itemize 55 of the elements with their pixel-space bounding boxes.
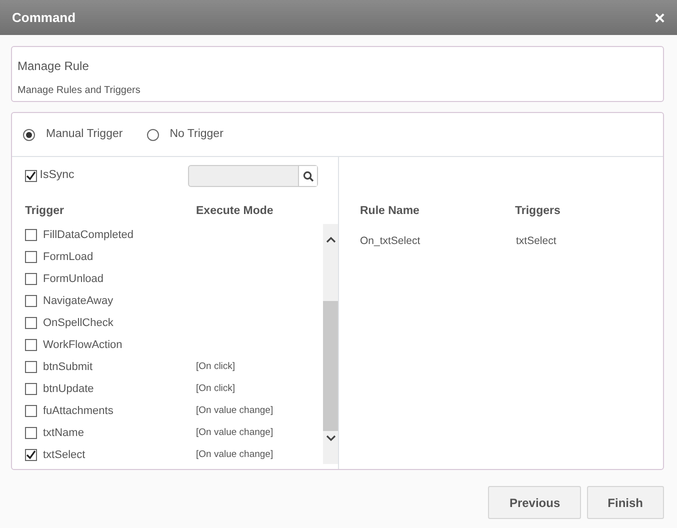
radio-option[interactable]: No Trigger <box>146 126 224 144</box>
checkbox[interactable] <box>25 405 37 418</box>
footer-button[interactable]: Previous <box>488 486 582 519</box>
table-cell-text: txtSelect <box>516 234 556 250</box>
execute-mode: [On value change] <box>196 404 274 418</box>
close-button[interactable]: × <box>654 8 665 26</box>
trigger-name: OnSpellCheck <box>43 316 114 331</box>
checkbox[interactable] <box>25 229 37 242</box>
checkbox-label: IsSync <box>40 168 74 184</box>
radio-option[interactable]: Manual Trigger <box>23 126 123 144</box>
checkbox[interactable] <box>25 251 37 264</box>
trigger-name: WorkFlowAction <box>43 338 124 353</box>
execute-mode: [On value change] <box>196 448 274 462</box>
checkbox[interactable] <box>25 170 37 182</box>
column-header: Execute Mode <box>196 204 274 219</box>
trigger-name: btnUpdate <box>43 382 95 397</box>
scroll-down-icon[interactable] <box>326 435 336 442</box>
search-button[interactable] <box>298 166 317 186</box>
scroll-up-icon[interactable] <box>326 236 336 244</box>
radio-label: No Trigger <box>170 126 224 142</box>
checkbox[interactable] <box>25 383 37 396</box>
trigger-name: FormLoad <box>43 250 94 265</box>
trigger-name: txtName <box>43 426 85 441</box>
table-cell-text: On_txtSelect <box>360 234 422 250</box>
column-header: Triggers <box>515 204 560 219</box>
sync-checkbox[interactable]: IsSync <box>25 167 74 185</box>
radio-label: Manual Trigger <box>46 126 123 142</box>
footer-button[interactable]: Finish <box>586 486 664 519</box>
column-header: Rule Name <box>360 204 420 219</box>
execute-mode: [On click] <box>196 360 236 374</box>
checkbox[interactable] <box>25 317 37 330</box>
column-header: Trigger <box>25 204 65 219</box>
checkbox[interactable] <box>25 295 37 308</box>
scroll-thumb[interactable] <box>323 301 338 432</box>
panel-title: Manage Rule <box>18 58 90 75</box>
trigger-name: FormUnload <box>43 272 105 287</box>
search-icon <box>302 170 314 182</box>
radio-button[interactable] <box>23 128 35 140</box>
checkbox[interactable] <box>25 273 37 286</box>
checkbox[interactable] <box>25 339 37 352</box>
search-field[interactable] <box>188 165 318 187</box>
radio-button[interactable] <box>146 128 159 140</box>
trigger-name: NavigateAway <box>43 294 114 309</box>
trigger-name: btnSubmit <box>43 360 94 375</box>
scrollbar[interactable] <box>323 224 338 464</box>
panel-subtitle: Manage Rules and Triggers <box>18 84 142 98</box>
trigger-name: FillDataCompleted <box>43 228 134 243</box>
trigger-name: txtSelect <box>43 448 86 463</box>
trigger-name: fuAttachments <box>43 404 114 419</box>
execute-mode: [On value change] <box>196 426 274 440</box>
checkbox[interactable] <box>25 361 37 374</box>
checkbox[interactable] <box>25 427 37 440</box>
execute-mode: [On click] <box>196 382 236 396</box>
window-title: Command <box>12 8 76 27</box>
checkbox[interactable] <box>25 449 37 462</box>
